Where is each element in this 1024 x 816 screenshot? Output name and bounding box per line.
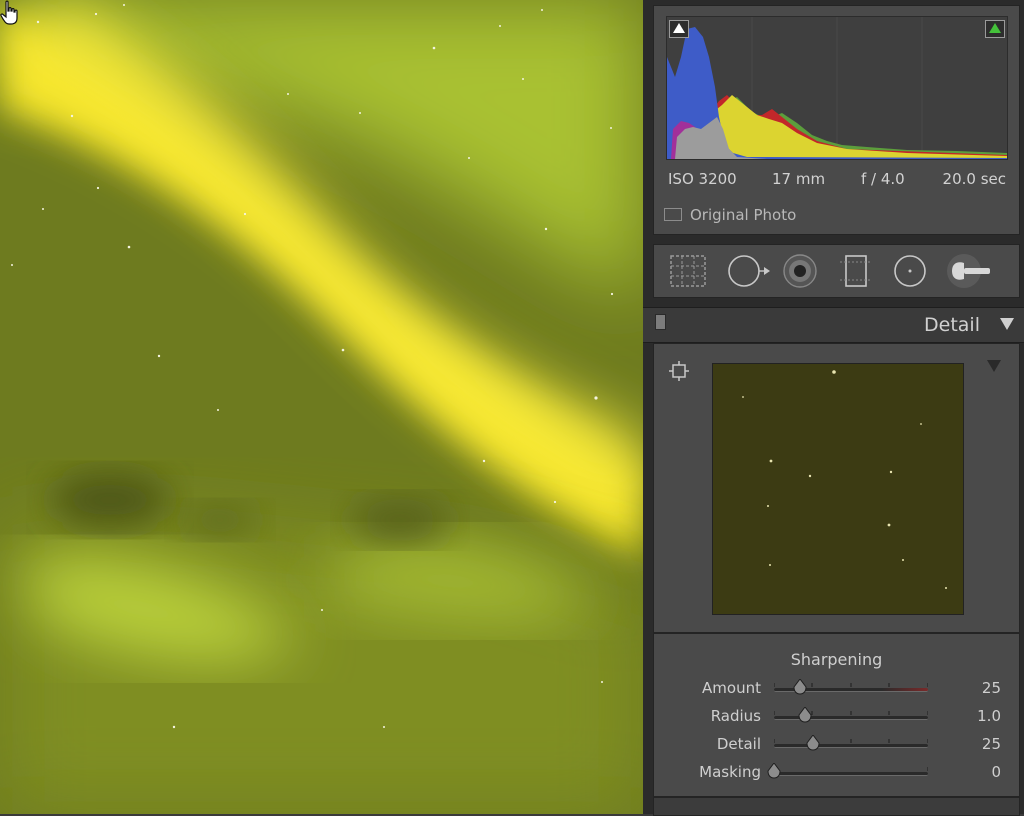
sharpening-title: Sharpening — [790, 650, 883, 669]
masking-label: Masking — [699, 763, 761, 781]
red-eye-tool[interactable] — [780, 253, 820, 289]
exif-info: ISO 3200 17 mm f / 4.0 20.0 sec — [666, 170, 1006, 192]
detail-label: Detail — [716, 735, 761, 753]
amount-slider-thumb[interactable] — [793, 679, 807, 695]
sharpening-section: Sharpening Amount 25 Radius 1.0 Detail 2… — [653, 633, 1020, 797]
focal-length-value: 17 mm — [772, 170, 826, 188]
amount-label: Amount — [702, 679, 761, 697]
radial-filter-tool[interactable] — [890, 253, 930, 289]
preview-image — [713, 364, 963, 614]
radius-label: Radius — [710, 707, 761, 725]
develop-right-panel: ISO 3200 17 mm f / 4.0 20.0 sec Original… — [643, 0, 1024, 816]
detail-panel-title: Detail — [924, 314, 980, 336]
amount-slider-row: Amount 25 — [654, 677, 1019, 701]
aurora-photo — [0, 0, 643, 814]
masking-slider-row: Masking 0 — [654, 761, 1019, 785]
panel-switch-icon[interactable] — [655, 314, 666, 330]
original-photo-label: Original Photo — [690, 206, 797, 224]
green-triangle-icon — [989, 23, 1001, 33]
highlight-clipping-toggle[interactable] — [985, 20, 1005, 38]
next-panel-strip[interactable] — [653, 797, 1020, 816]
preview-toggle-triangle-icon[interactable] — [987, 360, 1001, 372]
spot-removal-icon — [728, 255, 770, 287]
crop-overlay-tool[interactable] — [668, 253, 708, 289]
aperture-value: f / 4.0 — [861, 170, 905, 188]
radius-slider-thumb[interactable] — [798, 707, 812, 723]
tool-strip — [653, 244, 1020, 298]
detail-slider-row: Detail 25 — [654, 733, 1019, 757]
graduated-filter-tool[interactable] — [836, 253, 876, 289]
detail-slider-ticks — [774, 739, 928, 743]
hand-cursor-icon — [0, 0, 18, 25]
spot-removal-tool[interactable] — [726, 253, 770, 289]
checkbox-icon — [664, 208, 682, 221]
iso-value: ISO 3200 — [668, 170, 737, 188]
masking-slider-ticks — [774, 767, 928, 771]
detail-value[interactable]: 25 — [982, 735, 1001, 753]
collapse-triangle-icon[interactable] — [1000, 318, 1014, 330]
histogram-graph[interactable] — [666, 16, 1008, 160]
detail-preview-panel — [653, 343, 1020, 633]
masking-value[interactable]: 0 — [991, 763, 1001, 781]
original-photo-checkbox[interactable]: Original Photo — [664, 206, 796, 224]
white-triangle-icon — [673, 23, 685, 33]
histogram-chart — [667, 17, 1007, 159]
detail-slider-track[interactable] — [774, 744, 928, 748]
detail-panel-header[interactable]: Detail — [643, 307, 1024, 343]
radial-filter-icon — [894, 255, 926, 287]
radius-slider-row: Radius 1.0 — [654, 705, 1019, 729]
target-crosshair-icon[interactable] — [668, 360, 690, 382]
red-eye-icon — [783, 254, 817, 288]
radius-value[interactable]: 1.0 — [977, 707, 1001, 725]
shadow-clipping-toggle[interactable] — [669, 20, 689, 38]
masking-slider-thumb[interactable] — [767, 763, 781, 779]
crop-overlay-icon — [670, 255, 706, 287]
detail-slider-thumb[interactable] — [805, 735, 820, 751]
graduated-filter-icon — [840, 255, 872, 287]
detail-zoom-preview[interactable] — [712, 363, 964, 615]
photo-canvas[interactable] — [0, 0, 643, 814]
histogram-panel: ISO 3200 17 mm f / 4.0 20.0 sec Original… — [653, 5, 1020, 235]
adjustment-brush-tool[interactable] — [944, 253, 1004, 289]
shutter-speed-value: 20.0 sec — [942, 170, 1006, 188]
amount-value[interactable]: 25 — [982, 679, 1001, 697]
adjustment-brush-icon — [947, 254, 990, 288]
masking-slider-track[interactable] — [774, 772, 928, 776]
